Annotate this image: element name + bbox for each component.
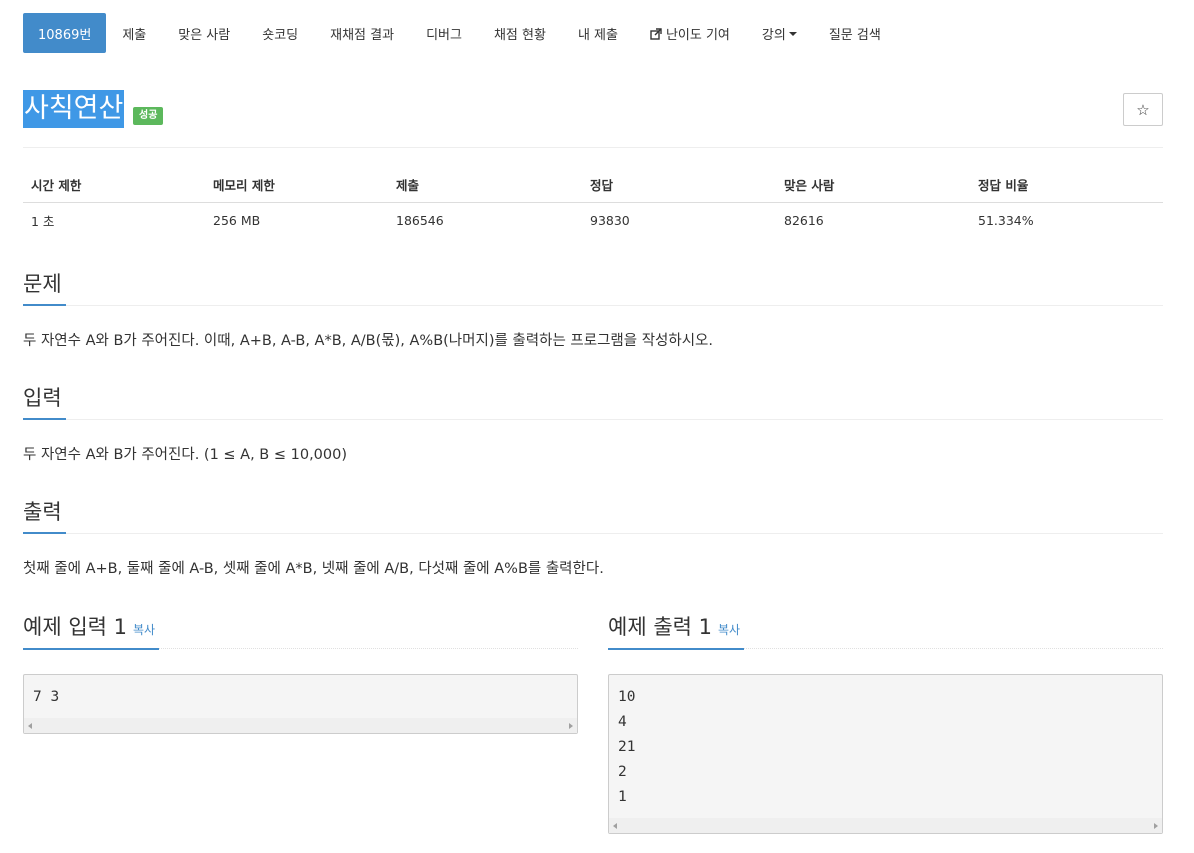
scroll-left-arrow-icon[interactable] [613, 822, 617, 829]
nav-short-coding[interactable]: 숏코딩 [246, 13, 314, 53]
sample-output-box[interactable]: 10 4 21 2 1 [608, 674, 1163, 834]
horizontal-scrollbar[interactable] [609, 818, 1162, 833]
page-header: 사칙연산 성공 ☆ [23, 90, 1163, 148]
header-accepted: 정답 [582, 168, 776, 203]
external-link-icon [650, 28, 662, 40]
problem-description-text: 두 자연수 A와 B가 주어진다. 이때, A+B, A-B, A*B, A/B… [23, 333, 714, 349]
value-memory-limit: 256 MB [205, 202, 388, 239]
scroll-left-arrow-icon[interactable] [28, 722, 32, 729]
scroll-right-arrow-icon[interactable] [1154, 822, 1158, 829]
horizontal-scrollbar[interactable] [24, 718, 577, 733]
value-solved-users: 82616 [776, 202, 970, 239]
nav-my-submissions[interactable]: 내 제출 [562, 13, 634, 53]
sample-input-section: 예제 입력 1 복사 7 3 [23, 613, 578, 734]
nav-difficulty-contribution[interactable]: 난이도 기여 [634, 13, 746, 53]
value-accepted: 93830 [582, 202, 776, 239]
problem-page: 10869번 제출 맞은 사람 숏코딩 재채점 결과 디버그 채점 현황 내 제… [0, 0, 1194, 853]
value-accept-ratio: 51.334% [970, 202, 1163, 239]
nav-solved-users[interactable]: 맞은 사람 [162, 13, 246, 53]
favorite-star-button[interactable]: ☆ [1123, 93, 1163, 126]
problem-info-table: 시간 제한 메모리 제한 제출 정답 맞은 사람 정답 비율 1 초 256 M… [23, 168, 1163, 239]
sample-output-code: 10 4 21 2 1 [618, 689, 636, 805]
value-submissions: 186546 [388, 202, 582, 239]
nav-question-search[interactable]: 질문 검색 [813, 13, 897, 53]
input-section: 입력 두 자연수 A와 B가 주어진다. (1 ≤ A, B ≤ 10,000) [23, 384, 1163, 466]
sample-output-section: 예제 출력 1 복사 10 4 21 2 1 [608, 613, 1163, 834]
header-submissions: 제출 [388, 168, 582, 203]
header-memory-limit: 메모리 제한 [205, 168, 388, 203]
status-badge: 성공 [133, 107, 164, 125]
nav-submit[interactable]: 제출 [106, 13, 162, 53]
sample-input-code: 7 3 [33, 689, 60, 705]
copy-sample-input-button[interactable]: 복사 [133, 623, 155, 637]
problem-description-section: 문제 두 자연수 A와 B가 주어진다. 이때, A+B, A-B, A*B, … [23, 270, 1163, 352]
nav-debug[interactable]: 디버그 [410, 13, 478, 53]
header-accept-ratio: 정답 비율 [970, 168, 1163, 203]
nav-rejudge-results[interactable]: 재채점 결과 [314, 13, 410, 53]
nav-lectures-dropdown[interactable]: 강의 [746, 13, 813, 53]
output-section: 출력 첫째 줄에 A+B, 둘째 줄에 A-B, 셋째 줄에 A*B, 넷째 줄… [23, 498, 1163, 580]
output-description-text: 첫째 줄에 A+B, 둘째 줄에 A-B, 셋째 줄에 A*B, 넷째 줄에 A… [23, 561, 604, 577]
caret-down-icon [788, 32, 797, 36]
star-icon: ☆ [1136, 100, 1150, 119]
header-solved-users: 맞은 사람 [776, 168, 970, 203]
sample-input-heading: 예제 입력 1 복사 [23, 613, 160, 650]
problem-description-heading: 문제 [23, 270, 66, 306]
sample-input-box[interactable]: 7 3 [23, 674, 578, 734]
problem-menu: 10869번 제출 맞은 사람 숏코딩 재채점 결과 디버그 채점 현황 내 제… [23, 13, 897, 53]
input-description-text: 두 자연수 A와 B가 주어진다. (1 ≤ A, B ≤ 10,000) [23, 447, 348, 463]
sample-output-heading: 예제 출력 1 복사 [608, 613, 745, 650]
nav-problem-number[interactable]: 10869번 [23, 13, 107, 53]
value-time-limit: 1 초 [23, 202, 205, 239]
output-heading: 출력 [23, 498, 66, 534]
problem-title: 사칙연산 [23, 90, 125, 128]
copy-sample-output-button[interactable]: 복사 [718, 623, 740, 637]
input-heading: 입력 [23, 384, 66, 420]
info-table-header-row: 시간 제한 메모리 제한 제출 정답 맞은 사람 정답 비율 [23, 168, 1163, 203]
info-table-row: 1 초 256 MB 186546 93830 82616 51.334% [23, 202, 1163, 239]
scroll-right-arrow-icon[interactable] [569, 722, 573, 729]
nav-status[interactable]: 채점 현황 [478, 13, 562, 53]
header-time-limit: 시간 제한 [23, 168, 205, 203]
